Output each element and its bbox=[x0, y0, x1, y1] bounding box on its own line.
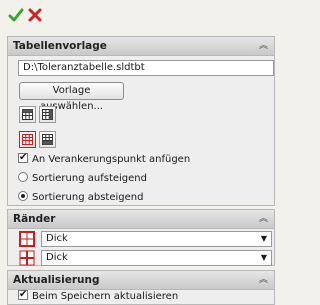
sort-ascending-radio[interactable] bbox=[18, 172, 28, 182]
table-anchor-top-left-button[interactable] bbox=[19, 106, 36, 123]
table-grid-icon bbox=[22, 134, 33, 145]
table-anchor-top-right-button[interactable] bbox=[39, 106, 56, 123]
chevron-down-icon: ▼ bbox=[260, 234, 267, 243]
radio-dot-icon bbox=[21, 194, 25, 198]
inner-border-value: Dick bbox=[46, 252, 68, 263]
close-icon[interactable] bbox=[27, 7, 43, 23]
panel-header-aktualisierung[interactable]: Aktualisierung ︽ bbox=[8, 271, 274, 290]
sort-descending-radio[interactable] bbox=[18, 191, 28, 201]
template-path-field[interactable]: D:\Toleranztabelle.sldtbt bbox=[18, 60, 274, 76]
collapse-icon[interactable]: ︽ bbox=[259, 37, 268, 55]
anchor-checkbox-row[interactable]: ✔ An Verankerungspunkt anfügen bbox=[18, 152, 191, 167]
panel-aktualisierung: Aktualisierung ︽ ✔ Beim Speichern aktuali… bbox=[7, 270, 275, 305]
save-update-checkbox[interactable]: ✔ bbox=[18, 289, 28, 300]
anchor-checkbox-label: An Verankerungspunkt anfügen bbox=[32, 154, 191, 165]
panel-tabellenvorlage: Tabellenvorlage ︽ D:\Toleranztabelle.sld… bbox=[7, 36, 275, 206]
inner-border-select[interactable]: Dick ▼ bbox=[41, 250, 272, 266]
save-update-checkbox-row[interactable]: ✔ Beim Speichern aktualisieren bbox=[18, 289, 179, 304]
sort-ascending-label: Sortierung aufsteigend bbox=[32, 173, 147, 184]
table-grid-icon bbox=[22, 109, 33, 120]
chevron-down-icon: ▼ bbox=[260, 253, 267, 262]
sort-ascending-option[interactable]: Sortierung aufsteigend bbox=[18, 172, 147, 186]
outer-border-select[interactable]: Dick ▼ bbox=[41, 231, 272, 247]
sort-descending-option[interactable]: Sortierung absteigend bbox=[18, 191, 143, 205]
collapse-icon[interactable]: ︽ bbox=[259, 271, 268, 289]
table-anchor-bottom-right-button[interactable] bbox=[39, 131, 56, 148]
outer-border-value: Dick bbox=[46, 233, 68, 244]
panel-header-raender[interactable]: Ränder ︽ bbox=[8, 210, 274, 229]
panel-raender: Ränder ︽ Dick ▼ Dick ▼ bbox=[7, 209, 275, 266]
sort-descending-label: Sortierung absteigend bbox=[32, 192, 144, 203]
checkmark-icon[interactable] bbox=[8, 7, 24, 23]
check-icon: ✔ bbox=[19, 152, 28, 163]
outer-border-icon bbox=[19, 231, 35, 247]
table-anchor-bottom-left-button[interactable] bbox=[19, 131, 36, 148]
check-icon: ✔ bbox=[19, 289, 28, 300]
panel-title: Aktualisierung bbox=[13, 274, 100, 286]
panel-title: Tabellenvorlage bbox=[13, 40, 107, 52]
collapse-icon[interactable]: ︽ bbox=[259, 210, 268, 228]
inner-border-icon bbox=[19, 250, 35, 266]
save-update-label: Beim Speichern aktualisieren bbox=[32, 291, 179, 302]
panel-header-tabellenvorlage[interactable]: Tabellenvorlage ︽ bbox=[8, 37, 274, 56]
panel-title: Ränder bbox=[13, 213, 56, 225]
table-grid-icon bbox=[42, 109, 53, 120]
property-toolbar bbox=[0, 0, 277, 30]
anchor-checkbox[interactable]: ✔ bbox=[18, 152, 28, 163]
table-grid-icon bbox=[42, 134, 53, 145]
choose-template-button[interactable]: Vorlage auswählen... bbox=[19, 82, 124, 112]
